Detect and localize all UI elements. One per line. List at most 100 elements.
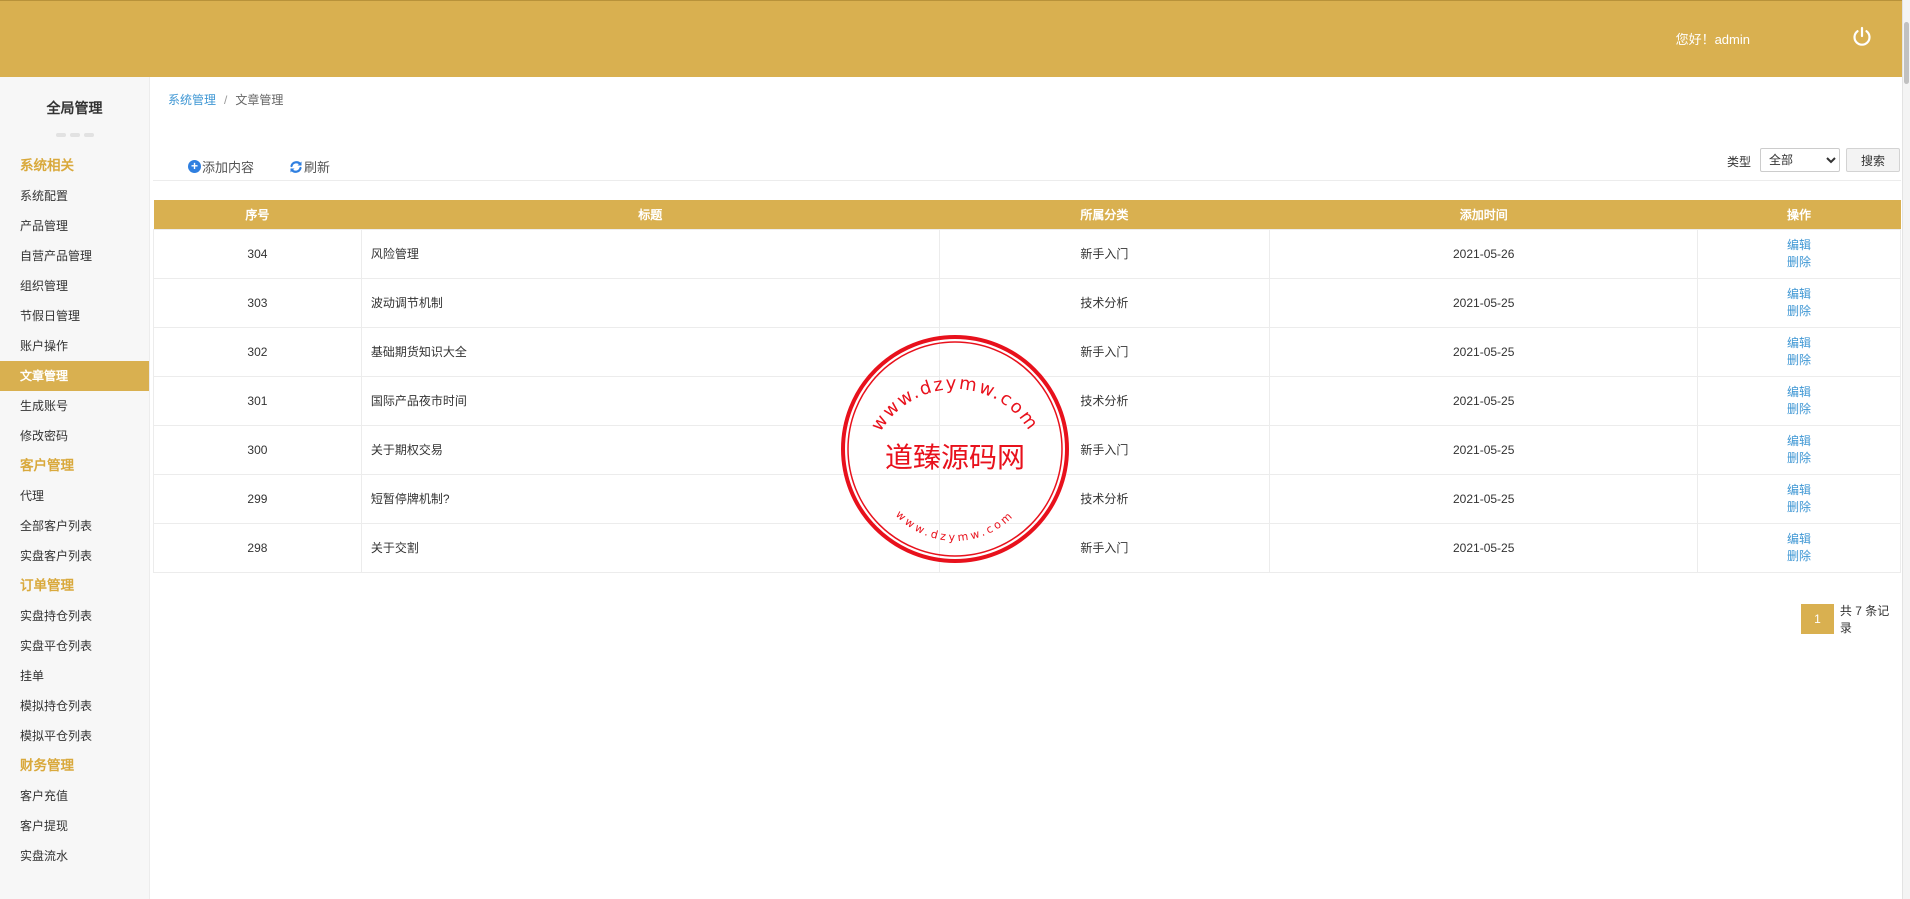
header-category: 所属分类	[939, 200, 1270, 229]
cell-category: 新手入门	[938, 522, 1271, 573]
sidebar-group-label: 客户管理	[20, 458, 74, 473]
cell-actions: 编辑 删除	[1697, 326, 1901, 377]
sidebar-item[interactable]: 组织管理	[0, 271, 149, 301]
edit-link[interactable]: 编辑	[1698, 286, 1900, 303]
page-button[interactable]: 1	[1801, 604, 1834, 634]
refresh-label: 刷新	[304, 160, 331, 175]
delete-link[interactable]: 删除	[1698, 548, 1900, 565]
sidebar-group-label: 财务管理	[20, 758, 74, 773]
sidebar-nav: 系统相关系统配置 产品管理 自营产品管理 组织管理 节假日管理 账户操作 文章管理 生成账号修…	[0, 151, 149, 871]
edit-link[interactable]: 编辑	[1698, 482, 1900, 499]
edit-link[interactable]: 编辑	[1698, 335, 1900, 352]
power-icon[interactable]	[1850, 25, 1874, 49]
cell-title: 波动调节机制	[360, 277, 940, 328]
edit-link[interactable]: 编辑	[1698, 384, 1900, 401]
sidebar-item[interactable]: 客户充值	[0, 781, 149, 811]
vertical-scrollbar[interactable]	[1902, 0, 1910, 899]
edit-link[interactable]: 编辑	[1698, 531, 1900, 548]
search-button[interactable]: 搜索	[1846, 148, 1900, 172]
cell-id: 304	[153, 228, 362, 279]
table-row: 299 短暂停牌机制? 技术分析 2021-05-25 编辑 删除	[153, 473, 1901, 524]
sidebar-item[interactable]: 实盘客户列表	[0, 541, 149, 571]
sidebar-item[interactable]: 系统配置	[0, 181, 149, 211]
table-row: 301 国际产品夜市时间 技术分析 2021-05-25 编辑 删除	[153, 375, 1901, 426]
sidebar-item[interactable]: 全部客户列表	[0, 511, 149, 541]
sidebar-item[interactable]: 账户操作	[0, 331, 149, 361]
sidebar-item[interactable]: 实盘流水	[0, 841, 149, 871]
cell-category: 技术分析	[938, 375, 1271, 426]
refresh-button[interactable]: 刷新	[289, 157, 330, 176]
add-content-label: 添加内容	[202, 160, 255, 175]
cell-date: 2021-05-25	[1269, 473, 1699, 524]
cell-id: 299	[153, 473, 362, 524]
toolbar: + 添加内容 刷新 类型 全部 搜索	[153, 121, 1901, 181]
header-id: 序号	[153, 200, 362, 229]
sidebar-item[interactable]: 挂单	[0, 661, 149, 691]
delete-link[interactable]: 删除	[1698, 254, 1900, 271]
sidebar-item[interactable]: 实盘平仓列表	[0, 631, 149, 661]
sidebar-item[interactable]: 文章管理	[0, 361, 149, 391]
cell-category: 技术分析	[938, 277, 1271, 328]
table-body: 304 风险管理 新手入门 2021-05-26 编辑 删除 303 波动调节机…	[153, 228, 1901, 573]
cell-date: 2021-05-25	[1269, 375, 1699, 426]
sidebar-item[interactable]: 生成账号	[0, 391, 149, 421]
sidebar-item[interactable]: 客户提现	[0, 811, 149, 841]
header-title: 标题	[361, 200, 940, 229]
cell-actions: 编辑 删除	[1697, 375, 1901, 426]
cell-actions: 编辑 删除	[1697, 522, 1901, 573]
delete-link[interactable]: 删除	[1698, 352, 1900, 369]
sidebar-divider	[0, 133, 149, 137]
type-select[interactable]: 全部	[1760, 148, 1840, 172]
breadcrumb-parent[interactable]: 系统管理	[168, 93, 216, 107]
sidebar-group-label: 订单管理	[20, 578, 74, 593]
sidebar-item[interactable]: 修改密码	[0, 421, 149, 451]
scrollbar-thumb[interactable]	[1904, 22, 1909, 84]
sidebar-item[interactable]: 模拟持仓列表	[0, 691, 149, 721]
header-actions: 操作	[1697, 200, 1901, 229]
sidebar-item[interactable]: 节假日管理	[0, 301, 149, 331]
header-date: 添加时间	[1269, 200, 1698, 229]
table-row: 304 风险管理 新手入门 2021-05-26 编辑 删除	[153, 228, 1901, 279]
cell-title: 关于交割	[360, 522, 940, 573]
sidebar-group-label: 系统相关	[20, 158, 74, 173]
add-content-button[interactable]: + 添加内容	[188, 157, 254, 176]
cell-category: 新手入门	[938, 326, 1271, 377]
sidebar-item[interactable]: 模拟平仓列表	[0, 721, 149, 751]
cell-title: 风险管理	[360, 228, 940, 279]
cell-category: 新手入门	[938, 228, 1271, 279]
sidebar-item[interactable]: 代理	[0, 481, 149, 511]
article-table: 序号 标题 所属分类 添加时间 操作 304 风险管理 新手入门 2021-05…	[153, 200, 1901, 573]
table-row: 300 关于期权交易 新手入门 2021-05-25 编辑 删除	[153, 424, 1901, 475]
pagination: 1 共 7 条记录	[1801, 602, 1901, 636]
cell-actions: 编辑 删除	[1697, 228, 1901, 279]
delete-link[interactable]: 删除	[1698, 303, 1900, 320]
delete-link[interactable]: 删除	[1698, 450, 1900, 467]
breadcrumb-current: 文章管理	[235, 93, 284, 107]
refresh-icon	[290, 160, 302, 173]
cell-date: 2021-05-25	[1269, 277, 1699, 328]
delete-link[interactable]: 删除	[1698, 401, 1900, 418]
cell-id: 300	[153, 424, 362, 475]
cell-title: 关于期权交易	[360, 424, 940, 475]
table-row: 303 波动调节机制 技术分析 2021-05-25 编辑 删除	[153, 277, 1901, 328]
cell-date: 2021-05-25	[1269, 522, 1699, 573]
sidebar-item[interactable]: 产品管理	[0, 211, 149, 241]
main-content: 系统管理 / 文章管理 + 添加内容 刷新 类型 全部 搜索 序号 标题 所属分…	[151, 77, 1901, 899]
sidebar-item[interactable]: 自营产品管理	[0, 241, 149, 271]
edit-link[interactable]: 编辑	[1698, 237, 1900, 254]
delete-link[interactable]: 删除	[1698, 499, 1900, 516]
cell-actions: 编辑 删除	[1697, 473, 1901, 524]
cell-category: 新手入门	[938, 424, 1271, 475]
cell-title: 基础期货知识大全	[360, 326, 940, 377]
sidebar-item[interactable]: 实盘持仓列表	[0, 601, 149, 631]
type-filter-label: 类型	[1727, 155, 1752, 169]
cell-actions: 编辑 删除	[1697, 277, 1901, 328]
breadcrumb: 系统管理 / 文章管理	[168, 91, 283, 108]
cell-title: 短暂停牌机制?	[360, 473, 940, 524]
breadcrumb-separator: /	[224, 93, 228, 107]
cell-id: 303	[153, 277, 362, 328]
cell-title: 国际产品夜市时间	[360, 375, 940, 426]
cell-date: 2021-05-25	[1269, 424, 1699, 475]
user-greeting: 您好！admin	[1675, 32, 1750, 47]
edit-link[interactable]: 编辑	[1698, 433, 1900, 450]
